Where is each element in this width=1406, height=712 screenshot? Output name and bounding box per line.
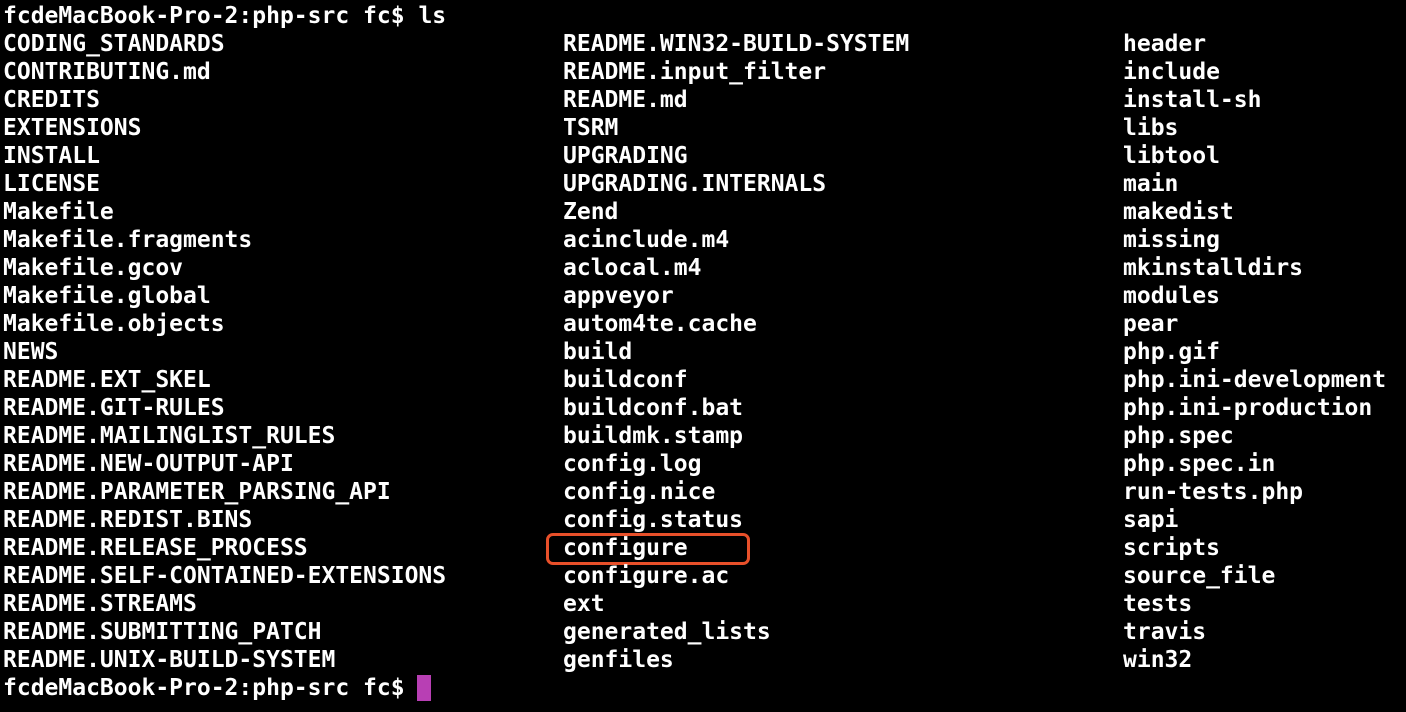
listing-entry: main — [1123, 171, 1179, 197]
current-command-line[interactable]: fcdeMacBook-Pro-2:php-src fc$ — [3, 674, 431, 702]
listing-entry: libtool — [1123, 143, 1220, 169]
listing-entry: buildmk.stamp — [563, 423, 744, 449]
listing-entry: README.SUBMITTING_PATCH — [3, 619, 322, 645]
listing-entry: LICENSE — [3, 171, 100, 197]
listing-entry: mkinstalldirs — [1123, 255, 1304, 281]
listing-entry: EXTENSIONS — [3, 115, 142, 141]
listing-entry: NEWS — [3, 339, 59, 365]
listing-entry: makedist — [1123, 199, 1234, 225]
listing-entry: autom4te.cache — [563, 311, 757, 337]
previous-command-line: fcdeMacBook-Pro-2:php-src fc$ ls — [3, 2, 446, 30]
listing-entry: Makefile.gcov — [3, 255, 184, 281]
terminal-window[interactable]: fcdeMacBook-Pro-2:php-src fc$ ls CODING_… — [0, 0, 1406, 712]
listing-entry: config.log — [563, 451, 702, 477]
ls-command: ls — [418, 3, 447, 29]
listing-entry: travis — [1123, 619, 1207, 645]
listing-column-3: header include install-sh libs libtool main ma… — [1123, 30, 1386, 674]
listing-entry: sapi — [1123, 507, 1179, 533]
listing-entry: README.GIT-RULES — [3, 395, 225, 421]
listing-column-1: CODING_STANDARDS CONTRIBUTING.md CREDITS EX… — [3, 30, 446, 674]
listing-entry: README.SELF-CONTAINED-EXTENSIONS — [3, 563, 447, 589]
listing-entry: config.nice — [563, 479, 716, 505]
listing-entry: CREDITS — [3, 87, 100, 113]
listing-entry-highlighted: configure — [545, 533, 909, 565]
listing-entry: php.spec.in — [1123, 451, 1276, 477]
listing-column-2: README.WIN32-BUILD-SYSTEM README.input_fi… — [545, 30, 910, 674]
listing-entry: build — [563, 339, 633, 365]
listing-entry: README.EXT_SKEL — [3, 367, 211, 393]
listing-entry: Makefile.fragments — [3, 227, 253, 253]
listing-entry: README.NEW-OUTPUT-API — [3, 451, 294, 477]
listing-entry: config.status — [563, 507, 744, 533]
listing-entry: README.PARAMETER_PARSING_API — [3, 479, 391, 505]
listing-entry: tests — [1123, 591, 1193, 617]
listing-entry: run-tests.php — [1123, 479, 1304, 505]
listing-entry: source_file — [1123, 563, 1276, 589]
listing-entry: Makefile.global — [3, 283, 211, 309]
listing-entry: TSRM — [563, 115, 619, 141]
listing-entry: header — [1123, 31, 1207, 57]
listing-entry: php.spec — [1123, 423, 1234, 449]
listing-entry: win32 — [1123, 647, 1193, 673]
listing-entry: Makefile — [3, 199, 114, 225]
listing-entry: README.input_filter — [563, 59, 827, 85]
listing-entry: php.ini-development — [1123, 367, 1387, 393]
listing-entry: aclocal.m4 — [563, 255, 702, 281]
listing-entry: buildconf — [563, 367, 688, 393]
listing-entry: CODING_STANDARDS — [3, 31, 225, 57]
listing-entry: acinclude.m4 — [563, 227, 730, 253]
listing-entry: README.STREAMS — [3, 591, 197, 617]
listing-entry: Zend — [563, 199, 619, 225]
directory-listing: CODING_STANDARDS CONTRIBUTING.md CREDITS EX… — [3, 30, 1406, 674]
listing-entry: UPGRADING.INTERNALS — [563, 171, 827, 197]
listing-entry: Makefile.objects — [3, 311, 225, 337]
listing-entry: INSTALL — [3, 143, 100, 169]
listing-entry: missing — [1123, 227, 1220, 253]
listing-entry: genfiles — [563, 647, 674, 673]
text-cursor — [416, 675, 431, 701]
listing-entry: pear — [1123, 311, 1179, 337]
shell-prompt: fcdeMacBook-Pro-2:php-src fc$ — [3, 675, 405, 701]
listing-entry: configure.ac — [563, 563, 730, 589]
listing-entry: modules — [1123, 283, 1220, 309]
listing-entry: buildconf.bat — [563, 395, 744, 421]
listing-entry: scripts — [1123, 535, 1220, 561]
shell-prompt: fcdeMacBook-Pro-2:php-src fc$ — [3, 3, 405, 29]
listing-entry: php.ini-production — [1123, 395, 1373, 421]
listing-entry: README.MAILINGLIST_RULES — [3, 423, 336, 449]
listing-entry: generated_lists — [563, 619, 771, 645]
listing-entry: CONTRIBUTING.md — [3, 59, 211, 85]
listing-entry: php.gif — [1123, 339, 1220, 365]
listing-entry: libs — [1123, 115, 1179, 141]
listing-entry: UPGRADING — [563, 143, 688, 169]
listing-entry: ext — [563, 591, 605, 617]
listing-entry: README.REDIST.BINS — [3, 507, 253, 533]
listing-entry: include — [1123, 59, 1220, 85]
listing-entry: appveyor — [563, 283, 674, 309]
listing-entry: README.UNIX-BUILD-SYSTEM — [3, 647, 336, 673]
listing-entry: install-sh — [1123, 87, 1262, 113]
listing-entry: README.RELEASE_PROCESS — [3, 535, 308, 561]
listing-entry: README.md — [563, 87, 688, 113]
listing-entry: README.WIN32-BUILD-SYSTEM — [563, 31, 910, 57]
